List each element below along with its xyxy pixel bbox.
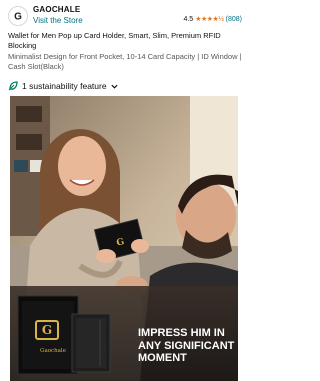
product-subtitle: Minimalist Design for Front Pocket, 10-1… xyxy=(8,52,242,71)
visit-store-link[interactable]: Visit the Store xyxy=(33,16,83,25)
chevron-down-icon xyxy=(111,84,118,89)
brand-logo-icon: G xyxy=(14,12,22,23)
hero-overlay-text: IMPRESS HIM IN ANY SIGNIFICANT MOMENT xyxy=(138,327,235,364)
product-title: Wallet for Men Pop up Card Holder, Smart… xyxy=(8,31,221,50)
sustainability-toggle[interactable]: 1 sustainability feature xyxy=(8,80,118,92)
rating-stars-icon: ★★★★½ xyxy=(195,16,224,23)
sustainability-label: 1 sustainability feature xyxy=(22,81,107,91)
rating-count[interactable]: (808) xyxy=(226,16,242,23)
brand-logo[interactable]: G xyxy=(8,6,28,26)
svg-text:G: G xyxy=(42,323,52,337)
leaf-icon xyxy=(8,81,18,91)
brand-name: GAOCHALE xyxy=(33,5,81,14)
rating-summary[interactable]: 4.5 ★★★★½ (808) xyxy=(183,15,242,24)
box-brand-label: Gaochale xyxy=(40,348,66,354)
product-hero-image[interactable]: G G Gaochale IMPRESS HIM IN ANY SIGNIFIC… xyxy=(10,96,238,381)
svg-text:G: G xyxy=(14,12,22,23)
product-header: G GAOCHALE Visit the Store 4.5 ★★★★½ (80… xyxy=(0,0,250,30)
rating-value: 4.5 xyxy=(183,15,194,23)
